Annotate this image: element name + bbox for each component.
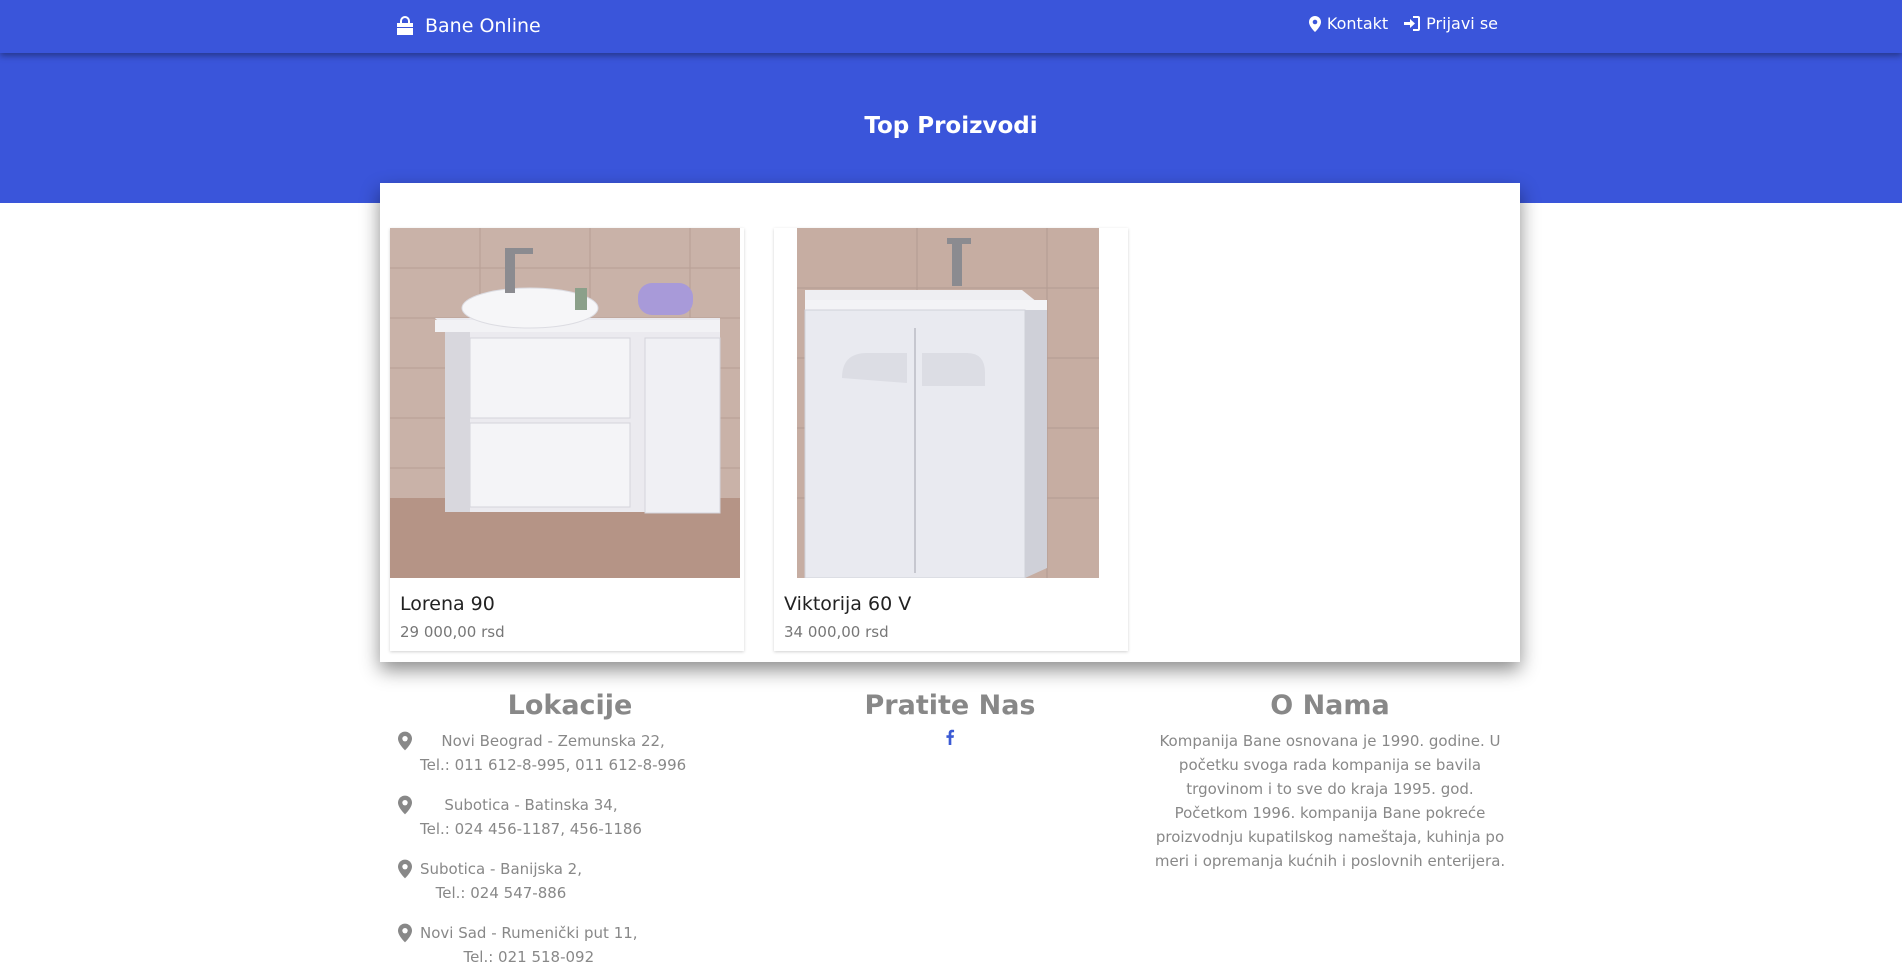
map-marker-icon bbox=[398, 859, 412, 879]
location-address: Novi Sad - Rumenički put 11, bbox=[420, 924, 638, 942]
nav-link-prijavi-se-label: Prijavi se bbox=[1426, 14, 1498, 33]
nav-links: Kontakt Prijavi se bbox=[1293, 14, 1498, 33]
product-price: 34 000,00 rsd bbox=[784, 623, 889, 641]
location-phone: Tel.: 024 547-886 bbox=[435, 884, 567, 902]
navbar: Bane Online Kontakt Prijavi se bbox=[0, 0, 1902, 53]
about-text: Kompanija Bane osnovana je 1990. godine.… bbox=[1154, 732, 1506, 870]
location-phone: Tel.: 024 456-1187, 456-1186 bbox=[420, 820, 642, 838]
product-name[interactable]: Viktorija 60 V bbox=[784, 593, 911, 615]
about-column: O Nama Kompanija Bane osnovana je 1990. … bbox=[1140, 690, 1520, 873]
social-links bbox=[760, 729, 1140, 749]
page-title: Top Proizvodi bbox=[864, 113, 1038, 139]
map-marker-icon bbox=[398, 795, 412, 815]
location-item: Subotica - Batinska 34, Tel.: 024 456-11… bbox=[398, 793, 760, 841]
location-item: Novi Sad - Rumenički put 11, Tel.: 021 5… bbox=[398, 921, 760, 969]
nav-link-kontakt-label: Kontakt bbox=[1326, 14, 1389, 33]
about-title: O Nama bbox=[1270, 690, 1390, 721]
brand-link[interactable]: Bane Online bbox=[395, 13, 541, 39]
location-phone: Tel.: 021 518-092 bbox=[463, 948, 595, 966]
location-address: Subotica - Banijska 2, bbox=[420, 860, 582, 878]
facebook-link[interactable] bbox=[945, 729, 955, 749]
follow-column: Pratite Nas bbox=[760, 690, 1140, 749]
hero-banner: Top Proizvodi bbox=[0, 53, 1902, 203]
location-phone: Tel.: 011 612-8-995, 011 612-8-996 bbox=[420, 756, 687, 774]
product-card-lorena-90[interactable]: Lorena 90 29 000,00 rsd bbox=[390, 228, 744, 651]
sign-in-icon bbox=[1404, 16, 1421, 31]
location-address: Subotica - Batinska 34, bbox=[444, 796, 618, 814]
location-item: Subotica - Banijska 2, Tel.: 024 547-886 bbox=[398, 857, 760, 905]
product-name[interactable]: Lorena 90 bbox=[400, 593, 495, 615]
product-card-viktorija-60-v[interactable]: Viktorija 60 V 34 000,00 rsd bbox=[774, 228, 1128, 651]
map-marker-icon bbox=[398, 923, 412, 943]
location-item: Novi Beograd - Zemunska 22, Tel.: 011 61… bbox=[398, 729, 760, 777]
locations-title: Lokacije bbox=[507, 690, 633, 721]
footer: Lokacije Novi Beograd - Zemunska 22, Tel… bbox=[380, 690, 1520, 980]
map-marker-icon bbox=[398, 731, 412, 751]
product-image-lorena-90[interactable] bbox=[390, 228, 740, 578]
locations-column: Lokacije Novi Beograd - Zemunska 22, Tel… bbox=[380, 690, 760, 980]
facebook-icon bbox=[946, 729, 955, 745]
location-address: Novi Beograd - Zemunska 22, bbox=[441, 732, 665, 750]
product-image-viktorija-60-v[interactable] bbox=[797, 228, 1099, 578]
product-price: 29 000,00 rsd bbox=[400, 623, 505, 641]
nav-link-prijavi-se[interactable]: Prijavi se bbox=[1404, 14, 1498, 33]
shopping-bag-icon bbox=[397, 16, 413, 35]
follow-title: Pratite Nas bbox=[864, 690, 1036, 721]
brand-name: Bane Online bbox=[425, 15, 541, 37]
map-marker-icon bbox=[1308, 15, 1321, 32]
nav-link-kontakt[interactable]: Kontakt bbox=[1308, 14, 1389, 33]
products-panel: Lorena 90 29 000,00 rsd Viktorija 60 V 3… bbox=[380, 183, 1520, 662]
